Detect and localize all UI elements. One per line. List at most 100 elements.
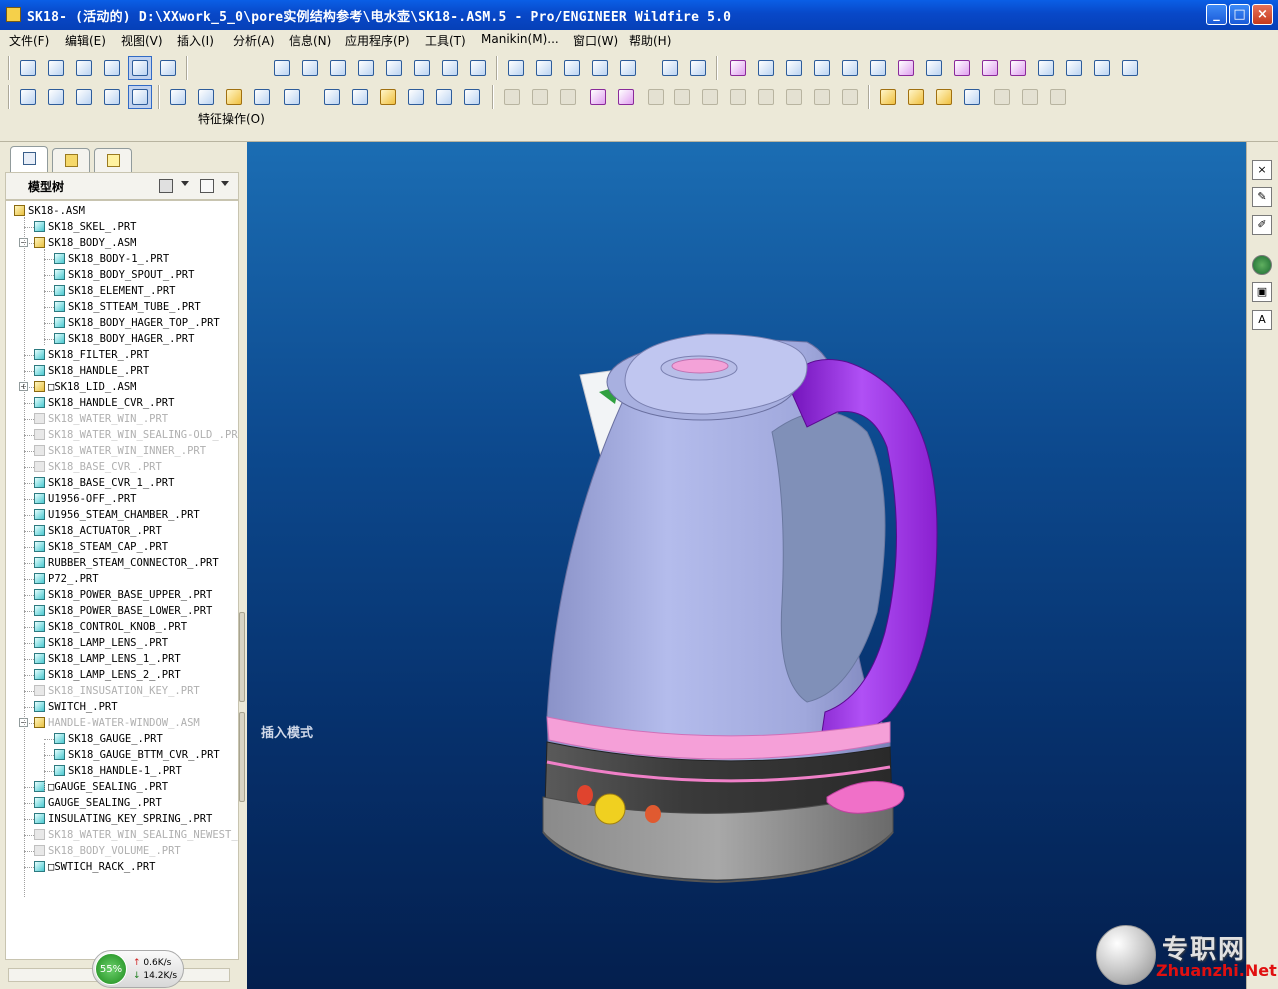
csys-display-icon[interactable] — [100, 85, 124, 109]
datum-curve-icon[interactable] — [588, 56, 612, 80]
tree-node[interactable]: □SK18_LID_.ASM — [34, 379, 137, 395]
copy-icon[interactable] — [876, 85, 900, 109]
menu-info[interactable]: 信息(N) — [289, 32, 331, 49]
splitter-handle-top[interactable] — [239, 612, 245, 702]
tree-node[interactable]: RUBBER_STEAM_CONNECTOR_.PRT — [34, 555, 219, 571]
boundary-icon[interactable] — [354, 56, 378, 80]
measure-icon[interactable] — [726, 56, 750, 80]
graphics-viewport[interactable]: 插入模式 — [247, 142, 1246, 989]
distance-icon[interactable] — [754, 56, 778, 80]
tree-node[interactable]: SK18_INSUSATION_KEY_.PRT — [34, 683, 200, 699]
create-component-icon[interactable] — [348, 85, 372, 109]
globe-icon[interactable] — [1252, 255, 1272, 275]
tree-node[interactable]: SK18_HANDLE_CVR_.PRT — [34, 395, 174, 411]
menu-manikin[interactable]: Manikin(M)... — [481, 32, 559, 46]
reflection-icon[interactable] — [1006, 56, 1030, 80]
open-folder-icon[interactable] — [222, 85, 246, 109]
zoom-icon[interactable] — [404, 85, 428, 109]
splitter-handle-bottom[interactable] — [239, 712, 245, 802]
table-icon[interactable] — [1090, 56, 1114, 80]
close-view-icon[interactable]: × — [1252, 160, 1272, 180]
tree-node[interactable]: SK18_POWER_BASE_UPPER_.PRT — [34, 587, 212, 603]
wireframe-icon[interactable] — [44, 56, 68, 80]
axis-display-icon[interactable] — [44, 85, 68, 109]
enhanced-realism-icon[interactable] — [156, 56, 180, 80]
panel-splitter[interactable] — [238, 612, 246, 802]
analysis-feature-icon[interactable] — [686, 56, 710, 80]
save-icon[interactable] — [166, 85, 190, 109]
title-bar[interactable]: SK18- (活动的) D:\XXwork_5_0\pore实例结构参考\电水壶… — [0, 0, 1278, 30]
tree-node[interactable]: SK18_LAMP_LENS_2_.PRT — [34, 667, 181, 683]
tree-node[interactable]: SK18_GAUGE_.PRT — [54, 731, 163, 747]
orient-icon[interactable] — [460, 85, 484, 109]
copy-feature-icon[interactable] — [270, 56, 294, 80]
tree-node[interactable]: SK18_BODY_HAGER_TOP_.PRT — [54, 315, 220, 331]
sphere-icon[interactable] — [280, 85, 304, 109]
menu-file[interactable]: 文件(F) — [9, 32, 49, 49]
menu-applications[interactable]: 应用程序(P) — [345, 32, 410, 49]
kettle-model[interactable] — [247, 142, 1246, 989]
curve-icon[interactable] — [298, 56, 322, 80]
tree-node[interactable]: HANDLE-WATER-WINDOW_.ASM — [34, 715, 200, 731]
tree-node[interactable]: SK18_BASE_CVR_.PRT — [34, 459, 162, 475]
tree-node[interactable]: GAUGE_SEALING_.PRT — [34, 795, 162, 811]
minimize-button[interactable]: _ — [1206, 4, 1227, 25]
tree-node[interactable]: SK18_BODY_.ASM — [34, 235, 137, 251]
explode-icon[interactable] — [432, 85, 456, 109]
tree-node[interactable]: SK18_BODY-1_.PRT — [54, 251, 169, 267]
tree-node[interactable]: SK18_HANDLE_.PRT — [34, 363, 149, 379]
layer-icon[interactable] — [1118, 56, 1142, 80]
datum-point-icon[interactable] — [616, 56, 640, 80]
new-file-icon[interactable] — [194, 85, 218, 109]
rib-icon[interactable] — [614, 85, 638, 109]
datum-plane-icon[interactable] — [532, 56, 556, 80]
tab-favorites[interactable] — [94, 148, 132, 172]
no-hidden-icon[interactable] — [100, 56, 124, 80]
connect-icon[interactable] — [250, 85, 274, 109]
menu-edit[interactable]: 编辑(E) — [65, 32, 106, 49]
tree-node[interactable]: SK18_BASE_CVR_1_.PRT — [34, 475, 174, 491]
shell-icon[interactable] — [586, 85, 610, 109]
tree-node[interactable]: SK18_STEAM_CAP_.PRT — [34, 539, 168, 555]
tree-node[interactable]: SK18_ACTUATOR_.PRT — [34, 523, 162, 539]
annotation-icon[interactable]: A — [1252, 310, 1272, 330]
hidden-line-icon[interactable] — [72, 56, 96, 80]
sweep-icon[interactable] — [410, 56, 434, 80]
tree-node[interactable]: SK18_LAMP_LENS_1_.PRT — [34, 651, 181, 667]
offset-icon[interactable] — [950, 56, 974, 80]
surface-icon[interactable] — [326, 56, 350, 80]
tree-node[interactable]: SK18_GAUGE_BTTM_CVR_.PRT — [54, 747, 220, 763]
tree-node[interactable]: SK18_POWER_BASE_LOWER_.PRT — [34, 603, 212, 619]
tree-node[interactable]: SWITCH_.PRT — [34, 699, 118, 715]
tab-folder-browser[interactable] — [52, 148, 90, 172]
paste-icon[interactable] — [904, 85, 928, 109]
assemble-icon[interactable] — [320, 85, 344, 109]
sketch-curve-icon[interactable] — [504, 56, 528, 80]
camera-icon[interactable]: ▣ — [1252, 282, 1272, 302]
tree-node[interactable]: SK18_LAMP_LENS_.PRT — [34, 635, 168, 651]
intersect-icon[interactable] — [960, 85, 984, 109]
diameter-icon[interactable] — [838, 56, 862, 80]
tree-node[interactable]: SK18_SKEL_.PRT — [34, 219, 137, 235]
tree-node[interactable]: SK18_BODY_VOLUME_.PRT — [34, 843, 181, 859]
tree-node[interactable]: □SWTICH_RACK_.PRT — [34, 859, 155, 875]
close-button[interactable]: × — [1252, 4, 1273, 25]
menu-tools[interactable]: 工具(T) — [425, 32, 466, 49]
tab-model-tree[interactable] — [10, 146, 48, 172]
tree-node[interactable]: SK18_WATER_WIN_SEALING_NEWEST_ — [34, 827, 238, 843]
menu-window[interactable]: 窗口(W) — [573, 32, 618, 49]
angle-icon[interactable] — [782, 56, 806, 80]
annotation-display-icon[interactable] — [128, 85, 152, 109]
pencil-icon[interactable]: ✐ — [1252, 215, 1272, 235]
blend-icon[interactable] — [382, 56, 406, 80]
curvature-icon[interactable] — [894, 56, 918, 80]
tree-node[interactable]: □GAUGE_SEALING_.PRT — [34, 779, 168, 795]
datum-axis-icon[interactable] — [560, 56, 584, 80]
tree-node[interactable]: SK18_FILTER_.PRT — [34, 347, 149, 363]
tree-node[interactable]: SK18_BODY_HAGER_.PRT — [54, 331, 194, 347]
menu-view[interactable]: 视图(V) — [121, 32, 163, 49]
tree-node[interactable]: SK18_CONTROL_KNOB_.PRT — [34, 619, 187, 635]
chevron-down-icon[interactable] — [181, 181, 189, 186]
transform-icon[interactable] — [866, 56, 890, 80]
tree-node[interactable]: SK18_WATER_WIN_INNER_.PRT — [34, 443, 206, 459]
